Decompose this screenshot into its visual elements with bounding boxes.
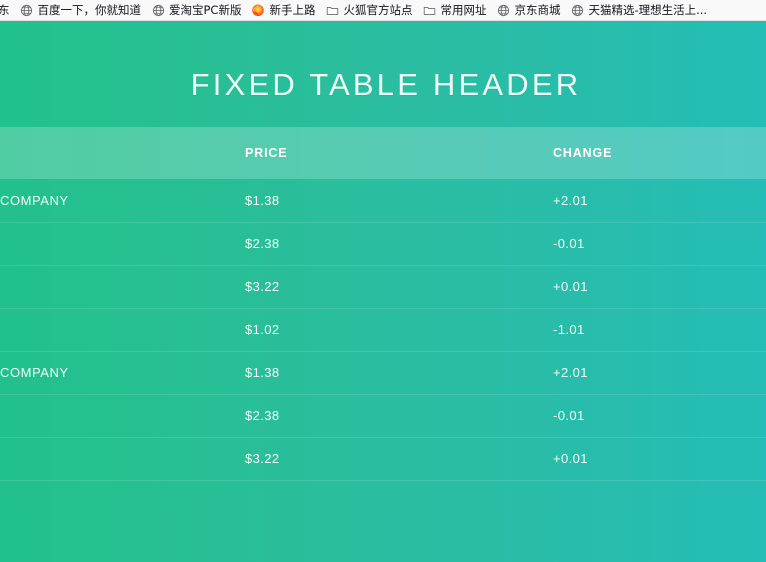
bookmark-label: 天猫精选-理想生活上...	[588, 3, 708, 17]
cell-price: $2.38	[227, 222, 535, 266]
cell-price: $2.38	[227, 394, 535, 438]
globe-icon	[151, 3, 165, 17]
cell-change: -0.01	[535, 222, 766, 266]
globe-icon	[570, 3, 584, 17]
cell-company	[0, 222, 227, 266]
cell-company	[0, 265, 227, 309]
column-header-price[interactable]: PRICE	[227, 127, 535, 179]
column-header-change[interactable]: CHANGE	[535, 127, 766, 179]
cell-change: +0.01	[535, 265, 766, 309]
bookmark-label: 爱淘宝PC新版	[169, 3, 242, 17]
cell-price: $1.02	[227, 308, 535, 352]
cell-price: $1.38	[227, 179, 535, 223]
page-title: FIXED TABLE HEADER	[190, 67, 582, 102]
table-row[interactable]: COMPANY $1.38 +2.01	[0, 351, 766, 395]
bookmark-label: 火狐官方站点	[343, 3, 413, 17]
cell-price: $1.38	[227, 351, 535, 395]
cell-price: $3.22	[227, 437, 535, 481]
table-head: PRICE CHANGE	[0, 127, 766, 179]
table-row[interactable]: $1.02 -1.01	[0, 308, 766, 352]
bookmarks-toolbar[interactable]: 东 百度一下，你就知道 爱淘宝PC新版 新手上路 火狐官方站点 常用网址 京东商城 天猫精选-…	[0, 0, 766, 21]
cell-price: $3.22	[227, 265, 535, 309]
globe-icon	[496, 3, 510, 17]
cell-change: +0.01	[535, 437, 766, 481]
bookmark-item-7[interactable]: 天猫精选-理想生活上...	[565, 1, 712, 19]
cell-change: -0.01	[535, 394, 766, 438]
folder-icon	[325, 3, 339, 17]
table-row[interactable]: $3.22 +0.01	[0, 265, 766, 309]
bookmark-item-3[interactable]: 新手上路	[246, 1, 320, 19]
bookmark-item-4[interactable]: 火狐官方站点	[320, 1, 417, 19]
page-content: FIXED TABLE HEADER PRICE CHANGE COMPANY $…	[0, 21, 766, 562]
column-header-company[interactable]	[0, 127, 227, 179]
table-body: COMPANY $1.38 +2.01 $2.38 -0.01 $3.22 +0.01 $1.…	[0, 179, 766, 481]
cell-company	[0, 308, 227, 352]
table-row[interactable]: $2.38 -0.01	[0, 222, 766, 266]
cell-change: +2.01	[535, 179, 766, 223]
table-header-row: PRICE CHANGE	[0, 127, 766, 179]
bookmark-item-1[interactable]: 百度一下，你就知道	[15, 1, 147, 19]
bookmark-label: 常用网址	[440, 3, 487, 17]
firefox-icon	[251, 3, 265, 17]
globe-icon	[20, 3, 34, 17]
cell-company: COMPANY	[0, 179, 227, 223]
bookmark-item-6[interactable]: 京东商城	[491, 1, 565, 19]
bookmark-item-2[interactable]: 爱淘宝PC新版	[146, 1, 246, 19]
cell-company	[0, 394, 227, 438]
table-row[interactable]: $2.38 -0.01	[0, 394, 766, 438]
bookmark-item-0[interactable]: 东	[0, 1, 15, 19]
bookmark-label: 百度一下，你就知道	[37, 3, 142, 17]
bookmark-label: 新手上路	[269, 3, 316, 17]
cell-change: +2.01	[535, 351, 766, 395]
cell-change: -1.01	[535, 308, 766, 352]
table-row[interactable]: $3.22 +0.01	[0, 437, 766, 481]
cell-company	[0, 437, 227, 481]
cell-company: COMPANY	[0, 351, 227, 395]
bookmark-label: 东	[0, 1, 10, 19]
stock-table: PRICE CHANGE COMPANY $1.38 +2.01 $2.38 -0.01…	[0, 127, 766, 481]
bookmark-item-5[interactable]: 常用网址	[417, 1, 491, 19]
bookmark-label: 京东商城	[514, 3, 561, 17]
table-row[interactable]: COMPANY $1.38 +2.01	[0, 179, 766, 223]
table-container: PRICE CHANGE COMPANY $1.38 +2.01 $2.38 -0.01…	[0, 127, 766, 481]
folder-icon	[422, 3, 436, 17]
